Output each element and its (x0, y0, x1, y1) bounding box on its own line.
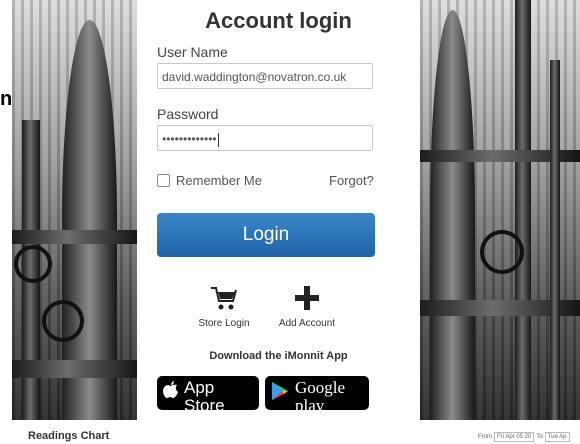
play-store-icon (271, 381, 289, 406)
forgot-password-link[interactable]: Forgot? (329, 173, 374, 188)
to-label: To (536, 434, 543, 440)
login-panel: Account login User Name david.waddington… (137, 0, 420, 420)
add-account-button[interactable]: Add Account (269, 280, 345, 329)
store-login-button[interactable]: Store Login (189, 280, 259, 329)
date-range-filter: From Fri Apr 05 20 To Tue Ap (478, 432, 572, 442)
google-play-badge[interactable]: Download on Google play (265, 372, 369, 414)
store-login-label: Store Login (198, 318, 250, 329)
partial-heading-text: n (0, 88, 12, 110)
text-caret (217, 132, 219, 147)
remember-me-label: Remember Me (176, 173, 262, 188)
remember-me-checkbox[interactable]: Remember Me (157, 173, 262, 188)
google-play-big-text: Google play (295, 377, 346, 415)
login-button[interactable]: Login (157, 213, 375, 257)
password-label: Password (157, 106, 219, 122)
checkbox-icon (157, 174, 170, 187)
apple-icon (163, 381, 179, 405)
username-field[interactable]: david.waddington@novatron.co.uk (157, 63, 373, 89)
to-date-input[interactable]: Tue Ap (544, 432, 570, 442)
readings-chart-label: Readings Chart (28, 430, 110, 442)
page-title: Account login (205, 8, 352, 33)
background-photo-right (420, 0, 580, 420)
password-field[interactable]: ••••••••••••• (157, 125, 373, 151)
password-value: ••••••••••••• (162, 132, 217, 146)
app-store-badge[interactable]: Download on the App Store (157, 372, 259, 414)
username-label: User Name (157, 44, 228, 60)
background-photo-left (12, 0, 137, 420)
from-date-input[interactable]: Fri Apr 05 20 (494, 432, 535, 442)
app-store-big-text: App Store (184, 377, 225, 415)
shopping-cart-icon (189, 280, 259, 312)
add-account-label: Add Account (278, 318, 336, 329)
download-app-heading: Download the iMonnit App (209, 350, 348, 362)
plus-icon (269, 280, 345, 312)
from-label: From (478, 434, 492, 440)
